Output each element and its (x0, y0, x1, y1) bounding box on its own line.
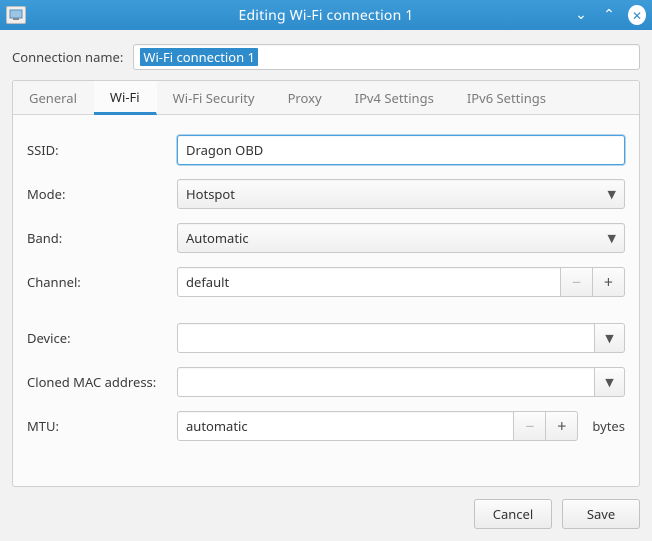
button-label: Cancel (493, 505, 533, 523)
tab-label: IPv6 Settings (467, 89, 546, 107)
wifi-tab-content: SSID: Mode: Hotspot ▼ Band: Automatic ▼ (13, 115, 639, 486)
plus-icon: + (557, 415, 566, 437)
tab-label: Wi-Fi Security (173, 89, 255, 107)
window-controls: ⌄ ⌃ ✕ (572, 6, 646, 24)
channel-spin: − + (177, 267, 625, 297)
tab-strip: General Wi-Fi Wi-Fi Security Proxy IPv4 … (13, 81, 639, 115)
tab-wifi[interactable]: Wi-Fi (94, 81, 157, 115)
channel-label: Channel: (27, 273, 177, 291)
minus-icon: − (525, 415, 534, 437)
app-icon (6, 6, 26, 24)
tab-label: IPv4 Settings (355, 89, 434, 107)
plus-icon: + (604, 271, 613, 293)
tab-wifi-security[interactable]: Wi-Fi Security (157, 81, 272, 114)
chevron-down-icon: ⌄ (575, 8, 587, 22)
mtu-decrement-button[interactable]: − (514, 411, 546, 441)
save-button[interactable]: Save (562, 499, 640, 529)
connection-name-value: Wi-Fi connection 1 (140, 48, 258, 66)
channel-increment-button[interactable]: + (593, 267, 625, 297)
mode-select[interactable]: Hotspot ▼ (177, 179, 625, 209)
chevron-down-icon: ▼ (605, 375, 613, 390)
chevron-up-icon: ⌃ (603, 8, 615, 22)
band-label: Band: (27, 229, 177, 247)
cloned-mac-input[interactable] (177, 367, 595, 397)
cloned-mac-dropdown-button[interactable]: ▼ (595, 367, 625, 397)
mode-value: Hotspot (186, 185, 235, 203)
device-dropdown-button[interactable]: ▼ (595, 323, 625, 353)
close-icon: ✕ (632, 7, 642, 24)
tab-label: Proxy (288, 89, 322, 107)
cancel-button[interactable]: Cancel (474, 499, 552, 529)
mode-label: Mode: (27, 185, 177, 203)
mtu-label: MTU: (27, 417, 177, 435)
chevron-down-icon: ▼ (605, 331, 613, 346)
device-label: Device: (27, 329, 177, 347)
device-input[interactable] (177, 323, 595, 353)
dialog-footer: Cancel Save (0, 487, 652, 541)
minimize-button[interactable]: ⌄ (572, 6, 590, 24)
tab-ipv4-settings[interactable]: IPv4 Settings (339, 81, 451, 114)
mtu-input[interactable] (177, 411, 514, 441)
tab-label: Wi-Fi (110, 88, 140, 106)
button-label: Save (587, 505, 615, 523)
cloned-mac-label: Cloned MAC address: (27, 373, 177, 391)
minus-icon: − (572, 271, 581, 293)
chevron-down-icon: ▼ (608, 231, 616, 246)
tab-proxy[interactable]: Proxy (272, 81, 339, 114)
band-select[interactable]: Automatic ▼ (177, 223, 625, 253)
mtu-spin: − + (177, 411, 578, 441)
tab-general[interactable]: General (13, 81, 94, 114)
connection-name-label: Connection name: (12, 48, 123, 66)
ssid-input[interactable] (177, 135, 625, 165)
title-bar: Editing Wi-Fi connection 1 ⌄ ⌃ ✕ (0, 0, 652, 30)
tab-label: General (29, 89, 77, 107)
device-combo: ▼ (177, 323, 625, 353)
settings-notebook: General Wi-Fi Wi-Fi Security Proxy IPv4 … (12, 80, 640, 487)
chevron-down-icon: ▼ (608, 187, 616, 202)
connection-name-row: Connection name: Wi-Fi connection 1 (0, 30, 652, 80)
close-button[interactable]: ✕ (628, 6, 646, 24)
cloned-mac-combo: ▼ (177, 367, 625, 397)
tab-ipv6-settings[interactable]: IPv6 Settings (451, 81, 563, 114)
mtu-suffix: bytes (592, 417, 625, 435)
band-value: Automatic (186, 229, 249, 247)
mtu-increment-button[interactable]: + (546, 411, 578, 441)
maximize-button[interactable]: ⌃ (600, 6, 618, 24)
window-title: Editing Wi-Fi connection 1 (0, 6, 652, 25)
channel-decrement-button[interactable]: − (561, 267, 593, 297)
connection-name-input[interactable]: Wi-Fi connection 1 (133, 44, 640, 70)
channel-input[interactable] (177, 267, 561, 297)
ssid-label: SSID: (27, 141, 177, 159)
